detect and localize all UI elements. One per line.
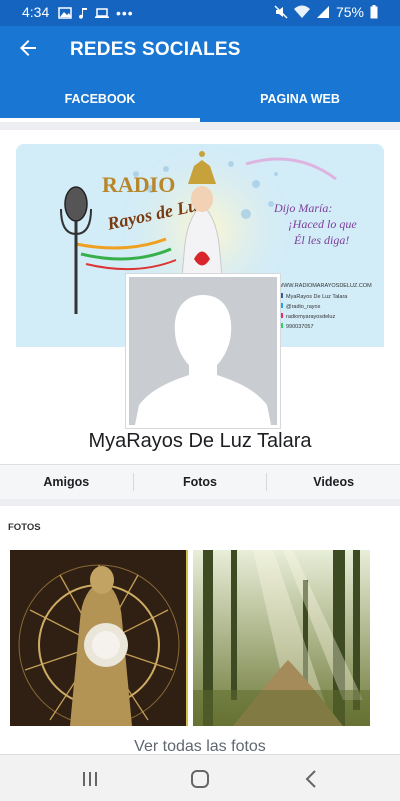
cover-contact-twitter: @radio_rayos (286, 304, 321, 310)
photo-thumbnail[interactable] (193, 550, 370, 726)
wifi-icon (293, 5, 310, 18)
battery-icon (370, 5, 378, 19)
profile-card: RADIO Rayos de Luz Dijo María: ¡Haced lo… (0, 130, 400, 499)
photos-button[interactable]: Fotos (134, 465, 267, 499)
cover-contact-phone: 990037057 (286, 324, 314, 330)
status-system-icons: 75% (274, 4, 378, 20)
status-notification-icons: ••• (58, 5, 134, 21)
page-title: REDES SOCIALES (70, 39, 241, 60)
recent-apps-icon[interactable] (78, 767, 102, 791)
back-icon[interactable] (300, 767, 324, 791)
facebook-content[interactable]: RADIO Rayos de Luz Dijo María: ¡Haced lo… (0, 122, 400, 754)
cover-quote-line-2: ¡Haced lo que (288, 217, 357, 231)
default-avatar-icon (129, 277, 277, 425)
status-time: 4:34 (22, 4, 50, 20)
home-icon[interactable] (188, 767, 212, 791)
more-notifications-icon: ••• (116, 5, 134, 21)
videos-button[interactable]: Videos (267, 465, 400, 499)
profile-name: MyaRayos De Luz Talara (88, 430, 312, 452)
cover-contact-instagram: radiomyarayosdeluz (286, 314, 335, 320)
cover-quote-line-3: Él les diga! (293, 233, 349, 247)
back-arrow-icon[interactable] (16, 36, 40, 60)
mute-icon (274, 5, 288, 19)
avatar[interactable] (126, 274, 280, 428)
battery-percent: 75% (335, 4, 364, 20)
tab-facebook[interactable]: FACEBOOK (0, 82, 200, 122)
forest-photo (193, 550, 370, 726)
see-all-photos-link[interactable]: Ver todas las fotos (0, 738, 400, 754)
app-bar: REDES SOCIALES FACEBOOK PAGINA WEB (0, 26, 400, 122)
photos-section: FOTOS Ver todas las fotos (0, 506, 400, 754)
signal-icon (316, 6, 329, 18)
music-icon (79, 8, 87, 19)
cover-contact-web: WWW.RADIOMARAYOSDELUZ.COM (278, 283, 372, 289)
friends-button[interactable]: Amigos (0, 465, 133, 499)
tab-pagina-web[interactable]: PAGINA WEB (200, 82, 400, 122)
cover-brand-top: RADIO (102, 172, 175, 197)
monstrance-photo (10, 550, 188, 726)
system-navigation-bar (0, 754, 400, 801)
cover-contact-facebook: MyaRayos De Luz Talara (286, 294, 348, 300)
profile-actions: Amigos Fotos Videos (0, 464, 400, 499)
photos-section-label: FOTOS (8, 522, 41, 533)
laptop-icon (95, 8, 109, 18)
image-icon (58, 7, 72, 19)
photo-thumbnail[interactable] (10, 550, 188, 726)
cover-quote-line-1: Dijo María: (273, 201, 332, 215)
status-bar: 4:34 ••• 75% (0, 0, 400, 26)
tab-bar: FACEBOOK PAGINA WEB (0, 82, 400, 122)
